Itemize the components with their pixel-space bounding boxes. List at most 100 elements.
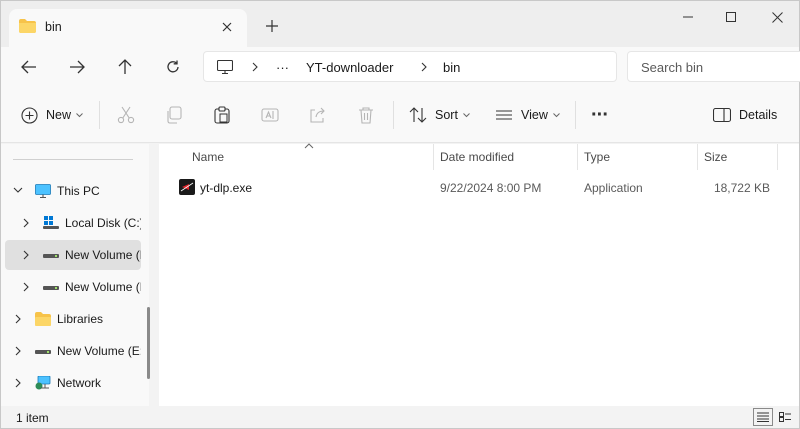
forward-button[interactable] (61, 51, 93, 83)
chevron-right-icon (15, 346, 21, 356)
chevron-down-icon (463, 112, 470, 117)
arrow-right-icon (70, 60, 85, 74)
navigation-pane: This PC Local Disk (C:) New Volume (New… (1, 144, 150, 406)
sort-icon (409, 107, 427, 123)
column-header-date-modified[interactable]: Date modified (440, 150, 514, 164)
new-tab-button[interactable] (259, 13, 285, 39)
column-header-size[interactable]: Size (704, 150, 727, 164)
file-list: Name Date modified Type Size yt-dlp.exe … (159, 143, 799, 406)
sidebar-item-network[interactable]: Network (5, 368, 141, 398)
breadcrumb-bin[interactable]: bin (443, 60, 460, 75)
rename-button[interactable] (261, 99, 279, 131)
application-icon (179, 179, 195, 195)
close-icon (771, 11, 783, 23)
more-icon: ··· (591, 103, 609, 126)
tiles-view-icon (779, 412, 791, 422)
column-divider[interactable] (577, 144, 578, 170)
sidebar-item-label: This PC (57, 184, 100, 198)
view-button[interactable]: View (495, 99, 560, 131)
tab-bin[interactable]: bin (9, 9, 247, 47)
details-view-button[interactable] (753, 408, 773, 426)
chevron-down-icon (553, 112, 560, 117)
back-button[interactable] (13, 51, 45, 83)
new-button[interactable]: New (21, 99, 83, 131)
search-input[interactable]: Search bin (627, 51, 800, 82)
drive-icon (43, 254, 59, 258)
up-button[interactable] (109, 51, 141, 83)
details-pane-icon (713, 107, 731, 123)
sidebar-item-label: New Volume (E:) (57, 344, 141, 358)
clipboard-icon (214, 106, 230, 124)
sort-ascending-icon (304, 143, 314, 149)
sidebar-item-label: Network (57, 376, 102, 390)
toolbar-divider (99, 101, 100, 129)
plus-icon (266, 20, 278, 32)
sidebar-scrollbar[interactable] (147, 307, 150, 379)
details-pane-button[interactable]: Details (713, 99, 777, 131)
close-window-button[interactable] (754, 1, 800, 33)
list-view-icon (496, 110, 512, 120)
minimize-button[interactable] (665, 1, 711, 33)
monitor-icon (217, 60, 233, 74)
file-name: yt-dlp.exe (200, 181, 253, 195)
share-button[interactable] (309, 99, 327, 131)
scissors-icon (117, 106, 135, 124)
close-tab-button[interactable] (215, 15, 239, 39)
plus-circle-icon (21, 106, 38, 124)
yt-dlp-logo-icon (180, 182, 194, 192)
sort-button[interactable]: Sort (409, 99, 470, 131)
address-overflow-button[interactable]: ··· (276, 60, 289, 75)
toolbar-divider (575, 101, 576, 129)
paste-button[interactable] (213, 99, 231, 131)
sidebar-item-label: Libraries (57, 312, 104, 326)
copy-button[interactable] (165, 99, 183, 131)
share-icon (310, 107, 325, 123)
address-bar[interactable]: ··· YT-downloader bin (203, 51, 617, 82)
status-bar: 1 item (1, 406, 799, 428)
chevron-right-icon (252, 62, 258, 72)
search-placeholder: Search bin (641, 60, 704, 75)
column-divider[interactable] (697, 144, 698, 170)
breadcrumb-yt-downloader[interactable]: YT-downloader (306, 60, 393, 75)
sidebar-item-label: New Volume (F:) (65, 280, 141, 294)
maximize-button[interactable] (708, 1, 754, 33)
sidebar-item-new-volume-e[interactable]: New Volume (E:) (5, 336, 141, 366)
column-header-type[interactable]: Type (584, 150, 610, 164)
chevron-right-icon (23, 218, 29, 228)
sidebar-item-this-pc[interactable]: This PC (5, 176, 141, 206)
file-date-modified: 9/22/2024 8:00 PM (440, 181, 542, 195)
chevron-down-icon (13, 187, 23, 193)
windows-drive-icon (43, 216, 59, 229)
drive-icon (43, 286, 59, 290)
delete-button[interactable] (357, 99, 375, 131)
chevron-right-icon (23, 282, 29, 292)
column-divider[interactable] (433, 144, 434, 170)
sidebar-item-label: New Volume (D:) (65, 248, 141, 262)
column-header-name[interactable]: Name (192, 150, 224, 164)
cut-button[interactable] (117, 99, 135, 131)
sidebar-item-new-volume-f[interactable]: New Volume (F:) (5, 272, 141, 302)
item-count: 1 item (16, 411, 49, 425)
sidebar-item-libraries[interactable]: Libraries (5, 304, 141, 334)
tab-title: bin (45, 20, 62, 34)
more-options-button[interactable]: ··· (591, 99, 609, 131)
arrow-left-icon (21, 60, 36, 74)
sidebar-item-local-disk-c[interactable]: Local Disk (C:) (5, 208, 141, 238)
libraries-icon (35, 312, 51, 326)
toolbar-divider (393, 101, 394, 129)
sidebar-item-new-volume-d[interactable]: New Volume (D:) (5, 240, 141, 270)
drive-icon (35, 350, 51, 354)
chevron-right-icon (23, 250, 29, 260)
sort-label: Sort (435, 108, 458, 122)
view-label: View (521, 108, 548, 122)
tiles-view-button[interactable] (775, 408, 795, 426)
sidebar-divider (13, 159, 133, 160)
command-bar: New Sort View ··· Details (1, 87, 799, 143)
refresh-button[interactable] (157, 51, 189, 83)
folder-icon (19, 19, 36, 33)
title-bar: bin (1, 1, 799, 47)
table-row[interactable]: yt-dlp.exe 9/22/2024 8:00 PM Application… (173, 174, 773, 200)
refresh-icon (167, 60, 179, 73)
chevron-right-icon (15, 378, 21, 388)
column-divider[interactable] (777, 144, 778, 170)
